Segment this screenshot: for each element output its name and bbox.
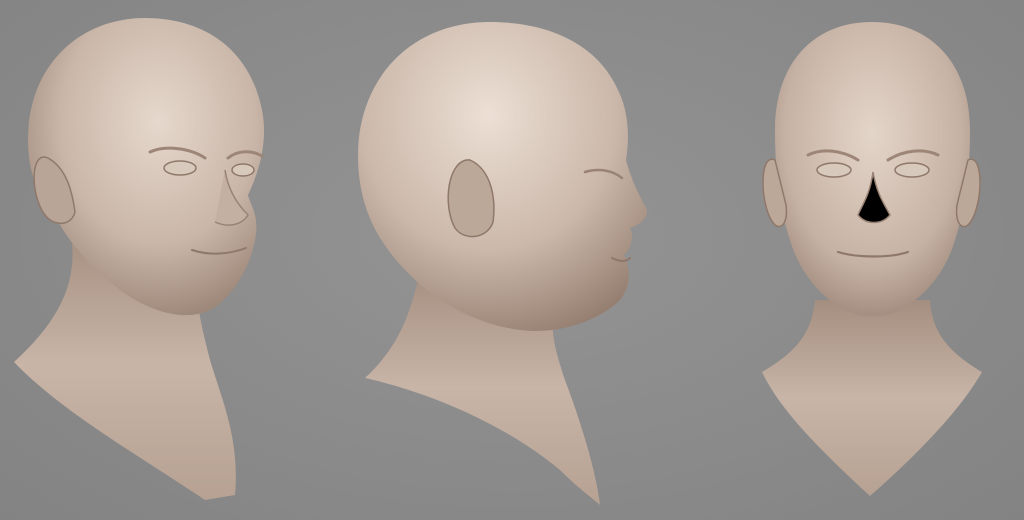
front-view [762, 22, 982, 496]
side-profile-view [358, 22, 648, 505]
sculpt-viewport [0, 0, 1024, 520]
three-quarter-eye-right [231, 163, 255, 177]
front-neck-shoulders [762, 300, 982, 496]
front-head [775, 22, 970, 317]
three-quarter-eye-left [163, 160, 197, 176]
head-sculpt-renders [14, 18, 982, 505]
side-head [358, 22, 648, 331]
front-eye-right [894, 162, 930, 178]
three-quarter-head [28, 18, 265, 316]
three-quarter-view [14, 18, 265, 500]
front-eye-left [816, 162, 852, 178]
